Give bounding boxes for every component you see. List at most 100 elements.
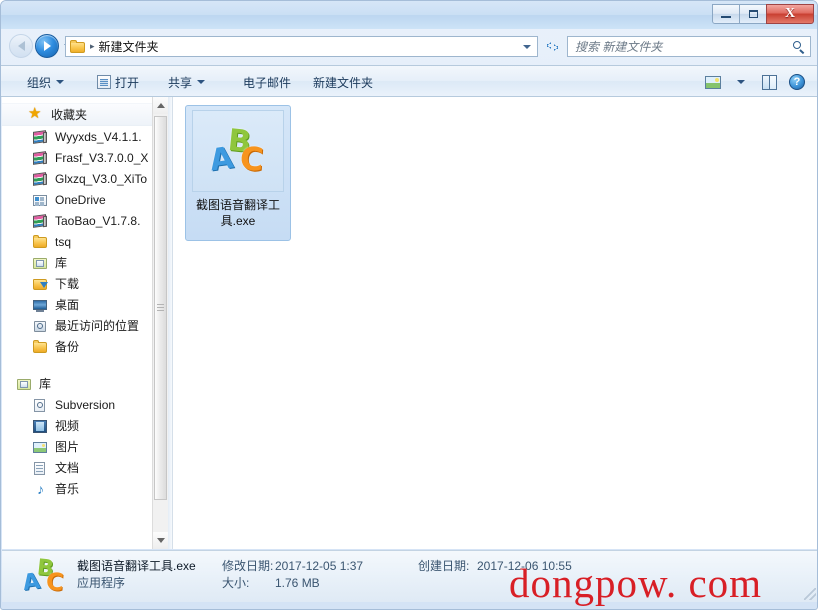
navigation-pane: ★ 收藏夹 Wyyxds_V4.1.1. Frasf_V3.7.0.0_X Gl… <box>2 97 168 549</box>
subversion-icon <box>32 397 49 413</box>
sidebar-item-documents[interactable]: 文档 <box>2 457 168 478</box>
file-item[interactable]: A B C 截图语音翻译工具.exe <box>185 105 291 241</box>
scrollbar-grip-icon <box>157 304 164 312</box>
sidebar-item-frasf[interactable]: Frasf_V3.7.0.0_X <box>2 147 168 168</box>
organize-button[interactable]: 组织 <box>23 72 68 92</box>
sidebar-item-music[interactable]: ♪ 音乐 <box>2 478 168 499</box>
open-button[interactable]: 打开 <box>93 72 143 92</box>
books-icon <box>32 150 49 166</box>
sidebar-library-label: 库 <box>39 377 52 391</box>
sidebar-item-downloads[interactable]: 下载 <box>2 273 168 294</box>
share-button[interactable]: 共享 <box>164 72 209 92</box>
body-area: ★ 收藏夹 Wyyxds_V4.1.1. Frasf_V3.7.0.0_X Gl… <box>2 97 817 549</box>
search-input[interactable]: 搜索 新建文件夹 <box>575 38 792 55</box>
back-button[interactable] <box>9 34 33 58</box>
sidebar-item-desktop[interactable]: 桌面 <box>2 294 168 315</box>
sidebar-scrollbar[interactable] <box>152 97 168 549</box>
sidebar-item-label: Wyyxds_V4.1.1. <box>55 129 142 144</box>
forward-arrow-icon <box>43 41 51 51</box>
address-bar[interactable]: ▸ 新建文件夹 <box>65 36 538 57</box>
scrollbar-thumb[interactable] <box>154 116 167 500</box>
sidebar-group-library[interactable]: 库 <box>2 373 168 394</box>
books-icon <box>32 129 49 145</box>
sidebar-item-recent-places[interactable]: 最近访问的位置 <box>2 315 168 336</box>
details-created-label: 创建日期: <box>418 559 470 573</box>
details-modified-label: 修改日期: <box>222 559 274 573</box>
sidebar-item-backup[interactable]: 备份 <box>2 336 168 357</box>
sidebar-item-tsq[interactable]: tsq <box>2 231 168 252</box>
search-box[interactable]: 搜索 新建文件夹 <box>567 36 811 57</box>
email-button[interactable]: 电子邮件 <box>239 72 295 92</box>
explorer-window: X ▸ 新建文件夹 搜索 新建文件夹 组织 打开 共享 电子邮件 新建文件夹 ?… <box>0 0 818 610</box>
nav-list: ★ 收藏夹 Wyyxds_V4.1.1. Frasf_V3.7.0.0_X Gl… <box>2 97 168 499</box>
sidebar-item-label: 视频 <box>55 419 80 433</box>
view-mode-icon <box>705 75 721 89</box>
details-modified-label-column: 修改日期: 大小: <box>222 558 273 592</box>
details-name-column: 截图语音翻译工具.exe 应用程序 <box>77 558 196 592</box>
chevron-up-icon <box>156 103 165 108</box>
sidebar-item-label: TaoBao_V1.7.8. <box>55 213 141 228</box>
sidebar-item-glxzq[interactable]: Glxzq_V3.0_XiTo <box>2 168 168 189</box>
folder-icon <box>32 234 49 250</box>
forward-button[interactable] <box>35 34 59 58</box>
new-folder-button[interactable]: 新建文件夹 <box>309 72 377 92</box>
sidebar-item-taobao[interactable]: TaoBao_V1.7.8. <box>2 210 168 231</box>
abc-app-icon: A B C <box>21 555 66 597</box>
details-modified-value-column: 2017-12-05 1:37 1.76 MB <box>275 558 363 592</box>
music-icon: ♪ <box>37 480 44 497</box>
refresh-button[interactable] <box>544 38 561 55</box>
maximize-icon <box>748 10 758 18</box>
minimize-icon <box>721 16 731 18</box>
details-modified-value: 2017-12-05 1:37 <box>275 559 364 573</box>
toolbar-right-group: ? <box>699 71 811 93</box>
scroll-down-button[interactable] <box>153 532 168 549</box>
open-icon <box>97 75 111 89</box>
breadcrumb-path[interactable]: 新建文件夹 <box>99 38 159 55</box>
chevron-down-icon <box>737 80 745 84</box>
sidebar-item-label: Subversion <box>55 397 116 412</box>
sidebar-item-wyyxds[interactable]: Wyyxds_V4.1.1. <box>2 126 168 147</box>
sidebar-item-label: Frasf_V3.7.0.0_X <box>55 150 149 165</box>
window-resize-grip[interactable] <box>804 588 816 600</box>
details-file-icon: A B C <box>21 555 66 597</box>
address-dropdown-icon[interactable] <box>523 45 531 49</box>
help-button[interactable]: ? <box>783 71 811 93</box>
details-created-column: 创建日期: <box>418 558 469 575</box>
sidebar-item-label: 图片 <box>55 440 80 454</box>
document-icon <box>32 460 49 476</box>
sidebar-item-label: 最近访问的位置 <box>55 319 140 333</box>
details-file-name: 截图语音翻译工具.exe <box>77 559 196 573</box>
sidebar-item-library-fav[interactable]: 库 <box>2 252 168 273</box>
books-icon <box>32 213 49 229</box>
change-view-button[interactable] <box>699 71 727 93</box>
new-folder-label: 新建文件夹 <box>313 75 374 90</box>
details-file-type: 应用程序 <box>77 576 126 590</box>
close-button[interactable]: X <box>766 4 814 24</box>
details-size-value: 1.76 MB <box>275 576 320 590</box>
abc-letter-c: C <box>45 567 65 597</box>
file-list-pane[interactable]: A B C 截图语音翻译工具.exe <box>172 97 817 549</box>
sidebar-item-pictures[interactable]: 图片 <box>2 436 168 457</box>
window-controls: X <box>712 4 814 24</box>
minimize-button[interactable] <box>712 4 740 24</box>
sidebar-favorites-label: 收藏夹 <box>51 108 88 122</box>
preview-pane-button[interactable] <box>755 71 783 93</box>
breadcrumb-separator-icon[interactable]: ▸ <box>90 41 95 52</box>
sidebar-item-label: 音乐 <box>55 482 80 496</box>
sidebar-item-favorites[interactable]: ★ 收藏夹 <box>2 103 168 126</box>
sidebar-item-label: 下载 <box>55 277 80 291</box>
books-icon <box>32 171 49 187</box>
sidebar-item-label: Glxzq_V3.0_XiTo <box>55 171 148 186</box>
chevron-down-icon <box>197 80 206 84</box>
email-label: 电子邮件 <box>243 75 292 90</box>
search-icon <box>792 40 806 54</box>
sidebar-item-onedrive[interactable]: OneDrive <box>2 189 168 210</box>
sidebar-item-videos[interactable]: 视频 <box>2 415 168 436</box>
scroll-up-button[interactable] <box>153 97 168 114</box>
abc-letter-c: C <box>238 139 265 179</box>
sidebar-item-subversion[interactable]: Subversion <box>2 394 168 415</box>
view-dropdown-button[interactable] <box>727 71 755 93</box>
video-icon <box>32 418 49 434</box>
maximize-button[interactable] <box>739 4 767 24</box>
